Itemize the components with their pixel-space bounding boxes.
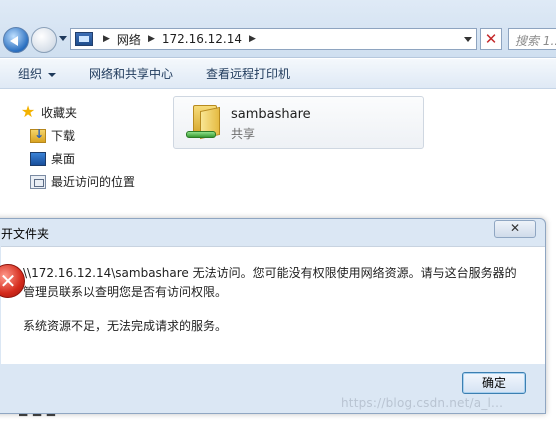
nav-item-desktop[interactable]: 桌面: [30, 150, 75, 167]
breadcrumb-separator-icon[interactable]: ▶: [249, 34, 256, 44]
breadcrumb-host[interactable]: 172.16.12.14: [162, 32, 242, 46]
breadcrumb-separator-icon[interactable]: ▶: [103, 34, 110, 44]
breadcrumb-network[interactable]: 网络: [117, 31, 141, 48]
watermark: https://blog.csdn.net/a_l...: [341, 396, 504, 410]
organize-label: 组织: [18, 67, 43, 81]
network-sharing-center-button[interactable]: 网络和共享中心: [71, 65, 188, 82]
error-detail: 系统资源不足，无法完成请求的服务。: [23, 319, 228, 333]
recent-places-icon: [30, 174, 46, 189]
nav-item-recent-places[interactable]: 最近访问的位置: [30, 173, 135, 190]
share-tile[interactable]: sambashare 共享: [173, 96, 424, 149]
address-bar-region: ▶ 网络 ▶ 172.16.12.14 ▶ ✕ 搜索 1...: [0, 0, 556, 58]
address-dropdown-icon[interactable]: [464, 37, 472, 42]
back-button[interactable]: [3, 27, 29, 53]
close-button[interactable]: ✕: [494, 220, 536, 238]
error-dialog: 开文件夹 ✕ ✕ \\172.16.12.14\sambashare 无法访问。…: [0, 218, 546, 414]
error-icon: ✕: [0, 264, 25, 298]
search-input[interactable]: 搜索 1...: [508, 28, 556, 50]
shared-folder-icon: [186, 103, 220, 140]
address-field[interactable]: ▶ 网络 ▶ 172.16.12.14 ▶: [70, 28, 477, 50]
ok-button[interactable]: 确定: [462, 372, 526, 394]
nav-item-label: 桌面: [51, 152, 76, 166]
forward-button[interactable]: [31, 27, 57, 53]
chevron-down-icon: [48, 72, 57, 77]
error-message: \\172.16.12.14\sambashare 无法访问。您可能没有权限使用…: [23, 266, 517, 299]
command-toolbar: 组织 网络和共享中心 查看远程打印机: [0, 59, 556, 89]
organize-menu[interactable]: 组织: [0, 65, 71, 82]
star-icon: ★: [20, 101, 36, 121]
history-dropdown-icon[interactable]: [59, 36, 67, 41]
downloads-folder-icon: [30, 127, 46, 143]
view-remote-printers-button[interactable]: 查看远程打印机: [188, 65, 305, 82]
nav-item-label: 下载: [51, 129, 76, 143]
nav-favorites-label: 收藏夹: [41, 106, 78, 120]
breadcrumb-separator-icon[interactable]: ▶: [148, 34, 155, 44]
stop-button[interactable]: ✕: [480, 28, 502, 50]
nav-item-label: 最近访问的位置: [51, 175, 136, 189]
dialog-body: ✕ \\172.16.12.14\sambashare 无法访问。您可能没有权限…: [0, 246, 545, 364]
desktop-icon: [30, 151, 46, 166]
nav-favorites[interactable]: ★ 收藏夹: [20, 101, 78, 121]
share-name: sambashare: [231, 107, 311, 122]
share-type: 共享: [231, 127, 256, 141]
dialog-title: 开文件夹: [1, 227, 50, 241]
nav-item-downloads[interactable]: 下载: [30, 127, 75, 144]
network-icon: [75, 32, 93, 46]
